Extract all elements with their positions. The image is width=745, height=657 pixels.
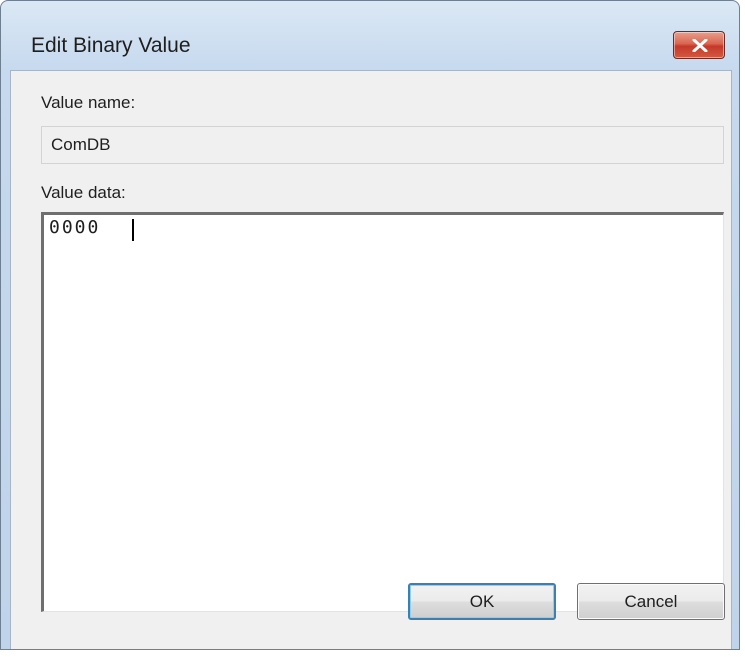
value-name-field: ComDB bbox=[41, 126, 724, 164]
close-icon bbox=[692, 39, 708, 52]
value-data-editor[interactable]: 0000 bbox=[41, 212, 724, 612]
ok-button[interactable]: OK bbox=[408, 583, 556, 620]
cancel-button[interactable]: Cancel bbox=[577, 583, 725, 620]
text-caret bbox=[132, 219, 134, 241]
value-data-label: Value data: bbox=[41, 183, 126, 202]
close-button[interactable] bbox=[673, 31, 725, 59]
window-title: Edit Binary Value bbox=[31, 34, 191, 57]
value-name-label: Value name: bbox=[41, 93, 136, 112]
title-bar[interactable]: Edit Binary Value bbox=[1, 1, 739, 61]
edit-binary-value-dialog: Edit Binary Value Value name: ComDB Valu… bbox=[0, 0, 740, 650]
hex-offset: 0000 bbox=[49, 217, 101, 238]
dialog-client-area: Value name: ComDB Value data: 0000 OK Ca… bbox=[10, 70, 732, 649]
